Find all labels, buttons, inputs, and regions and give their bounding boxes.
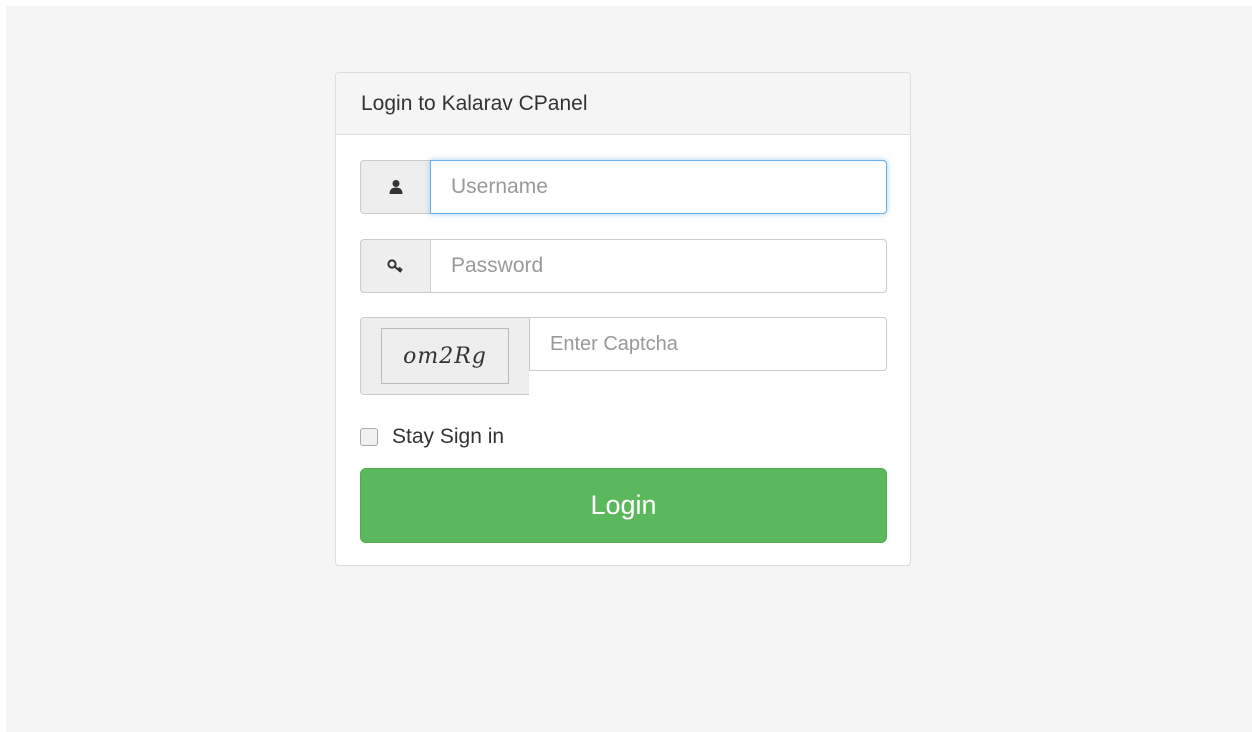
captcha-addon: om2Rg [360,317,529,395]
stay-signed-in-checkbox[interactable] [360,428,378,446]
username-group [360,160,887,214]
user-icon [388,179,404,195]
stay-signed-in-label[interactable]: Stay Sign in [392,425,504,449]
captcha-image: om2Rg [381,328,509,384]
username-input[interactable] [430,160,887,214]
panel-title: Login to Kalarav CPanel [336,73,910,135]
login-button[interactable]: Login [360,468,887,543]
key-icon [386,258,405,274]
password-addon [360,239,430,293]
password-group [360,239,887,293]
password-input[interactable] [430,239,887,293]
username-addon [360,160,430,214]
login-panel: Login to Kalarav CPanel Username om2Rg E… [335,72,911,566]
stay-signed-in: Stay Sign in [360,423,504,451]
captcha-input[interactable] [529,317,887,371]
